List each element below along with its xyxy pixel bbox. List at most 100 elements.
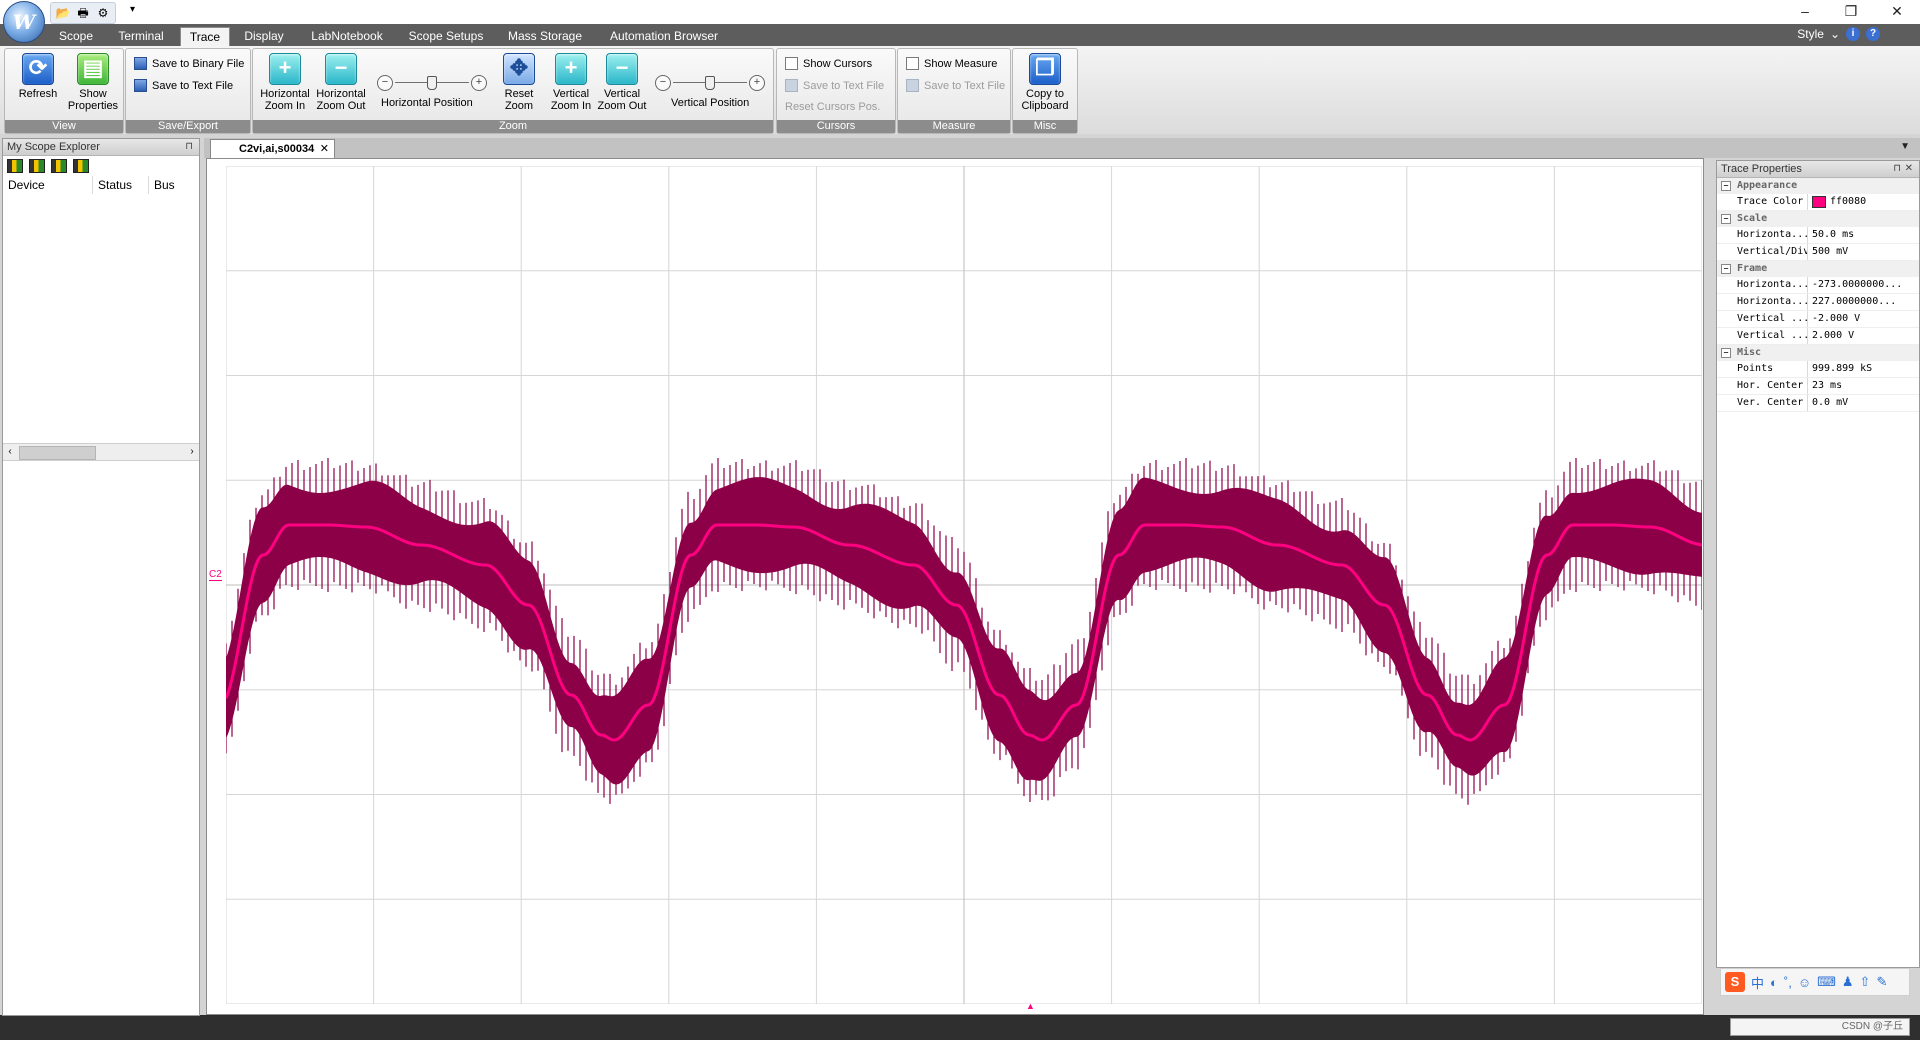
help-icon[interactable]: ? xyxy=(1866,27,1880,41)
tab-mass-storage[interactable]: Mass Storage xyxy=(502,27,588,46)
property-value[interactable]: 500 mV xyxy=(1808,244,1919,260)
slider-thumb[interactable] xyxy=(705,76,715,90)
remove-device-icon[interactable] xyxy=(29,159,45,173)
property-row[interactable]: Trace Color ff0080 xyxy=(1717,194,1919,211)
property-value[interactable]: ff0080 xyxy=(1808,194,1919,210)
checkbox-icon[interactable] xyxy=(785,57,798,70)
tab-scope-setups[interactable]: Scope Setups xyxy=(402,27,490,46)
copy-clipboard-button[interactable]: ❐ Copy to Clipboard xyxy=(1017,53,1073,112)
checkbox-icon[interactable] xyxy=(906,57,919,70)
document-tab[interactable]: C2vi,ai,s00034 ✕ xyxy=(210,139,335,158)
collapse-icon[interactable]: − xyxy=(1721,348,1731,358)
trigger-marker-icon[interactable]: ▲ xyxy=(1026,1001,1035,1011)
ime-emoji-icon[interactable]: ☺ xyxy=(1798,975,1811,990)
property-row[interactable]: Points 999.899 kS xyxy=(1717,361,1919,378)
ime-chinese-icon[interactable]: 中 xyxy=(1751,973,1764,992)
show-properties-button[interactable]: ▤ Show Properties xyxy=(65,53,121,112)
open-folder-icon[interactable]: 📂 xyxy=(55,5,71,21)
show-cursors-checkbox[interactable]: Show Cursors xyxy=(785,57,872,70)
connect-device-icon[interactable] xyxy=(51,159,67,173)
column-header-device[interactable]: Device xyxy=(3,176,93,194)
property-category[interactable]: − Frame xyxy=(1717,261,1919,277)
pin-icon[interactable]: ⊓ xyxy=(185,139,193,155)
property-row[interactable]: Horizonta... -273.0000000... xyxy=(1717,277,1919,294)
property-row[interactable]: Vertical ... 2.000 V xyxy=(1717,328,1919,345)
tab-trace[interactable]: Trace xyxy=(180,27,230,47)
tab-terminal[interactable]: Terminal xyxy=(108,27,174,46)
vertical-zoom-in-button[interactable]: + Vertical Zoom In xyxy=(549,53,593,112)
tab-labnotebook[interactable]: LabNotebook xyxy=(302,27,392,46)
pin-icon[interactable]: ⊓ xyxy=(1893,161,1901,177)
property-category[interactable]: − Scale xyxy=(1717,211,1919,227)
collapse-icon[interactable]: − xyxy=(1721,214,1731,224)
print-icon[interactable]: 🖶 xyxy=(75,5,91,21)
property-row[interactable]: Vertical/Div 500 mV xyxy=(1717,244,1919,261)
save-text-button[interactable]: Save to Text File xyxy=(134,79,233,92)
add-device-icon[interactable] xyxy=(7,159,23,173)
close-icon[interactable]: ✕ xyxy=(320,140,329,159)
horizontal-zoom-out-button[interactable]: − Horizontal Zoom Out xyxy=(313,53,369,112)
close-icon[interactable]: ✕ xyxy=(1905,161,1913,177)
device-settings-icon[interactable] xyxy=(73,159,89,173)
property-value[interactable]: -2.000 V xyxy=(1808,311,1919,327)
show-measure-checkbox[interactable]: Show Measure xyxy=(906,57,997,70)
settings-icon[interactable]: ⚙ xyxy=(95,5,111,21)
tab-scope[interactable]: Scope xyxy=(50,27,102,46)
tab-display[interactable]: Display xyxy=(236,27,292,46)
horizontal-position-slider[interactable]: − + xyxy=(377,75,487,91)
style-menu[interactable]: Style ⌄ i ? xyxy=(1797,27,1880,41)
property-category[interactable]: − Appearance xyxy=(1717,178,1919,194)
refresh-button[interactable]: ⟳ Refresh xyxy=(13,53,63,100)
scroll-left-icon[interactable]: ‹ xyxy=(3,444,17,460)
scroll-thumb[interactable] xyxy=(19,446,96,460)
ime-user-icon[interactable]: ♟ xyxy=(1842,974,1854,990)
scroll-right-icon[interactable]: › xyxy=(185,444,199,460)
vertical-zoom-out-button[interactable]: − Vertical Zoom Out xyxy=(597,53,647,112)
color-swatch[interactable] xyxy=(1812,196,1826,208)
property-value[interactable]: 2.000 V xyxy=(1808,328,1919,344)
tab-automation-browser[interactable]: Automation Browser xyxy=(600,27,728,46)
measure-save-text-button[interactable]: Save to Text File xyxy=(906,79,1005,92)
info-icon[interactable]: i xyxy=(1846,27,1860,41)
property-value[interactable]: -273.0000000... xyxy=(1808,277,1919,293)
restore-button[interactable]: ❐ xyxy=(1828,0,1874,24)
property-row[interactable]: Horizonta... 50.0 ms xyxy=(1717,227,1919,244)
property-value[interactable]: 50.0 ms xyxy=(1808,227,1919,243)
cursors-save-text-button[interactable]: Save to Text File xyxy=(785,79,884,92)
property-value[interactable]: 227.0000000... xyxy=(1808,294,1919,310)
minimize-button[interactable]: – xyxy=(1782,0,1828,24)
horizontal-zoom-in-button[interactable]: + Horizontal Zoom In xyxy=(259,53,311,112)
reset-zoom-button[interactable]: ✥ Reset Zoom xyxy=(499,53,539,112)
property-value[interactable]: 999.899 kS xyxy=(1808,361,1919,377)
property-row[interactable]: Horizonta... 227.0000000... xyxy=(1717,294,1919,311)
slider-thumb[interactable] xyxy=(427,76,437,90)
wrench-icon[interactable]: ✎ xyxy=(1876,974,1887,990)
property-row[interactable]: Hor. Center 23 ms xyxy=(1717,378,1919,395)
property-value[interactable]: 23 ms xyxy=(1808,378,1919,394)
plus-icon[interactable]: + xyxy=(471,75,487,91)
ime-moon-icon[interactable]: ◐ xyxy=(1770,975,1778,990)
property-value[interactable]: 0.0 mV xyxy=(1808,395,1919,411)
application-menu-button[interactable]: W xyxy=(3,1,45,43)
channel-marker[interactable]: C2 xyxy=(209,570,222,581)
collapse-icon[interactable]: − xyxy=(1721,264,1731,274)
minus-icon[interactable]: − xyxy=(655,75,671,91)
ime-logo-icon[interactable]: S xyxy=(1725,972,1745,992)
ime-upload-icon[interactable]: ⇧ xyxy=(1860,974,1871,990)
horizontal-scrollbar[interactable]: ‹ › xyxy=(3,443,199,461)
chevron-down-icon[interactable]: ▼ xyxy=(1900,141,1910,152)
minus-icon[interactable]: − xyxy=(377,75,393,91)
reset-cursors-button[interactable]: Reset Cursors Pos. xyxy=(785,101,880,113)
property-row[interactable]: Vertical ... -2.000 V xyxy=(1717,311,1919,328)
keyboard-icon[interactable]: ⌨ xyxy=(1817,974,1836,990)
waveform-graph[interactable] xyxy=(226,166,1702,1004)
vertical-position-slider[interactable]: − + xyxy=(655,75,765,91)
collapse-icon[interactable]: − xyxy=(1721,181,1731,191)
property-row[interactable]: Ver. Center 0.0 mV xyxy=(1717,395,1919,412)
qat-dropdown-icon[interactable]: ▾ xyxy=(130,4,135,15)
save-binary-button[interactable]: Save to Binary File xyxy=(134,57,244,70)
ime-punctuation-icon[interactable]: ˚, xyxy=(1784,975,1792,990)
plus-icon[interactable]: + xyxy=(749,75,765,91)
close-button[interactable]: ✕ xyxy=(1874,0,1920,24)
column-header-status[interactable]: Status xyxy=(93,176,149,194)
